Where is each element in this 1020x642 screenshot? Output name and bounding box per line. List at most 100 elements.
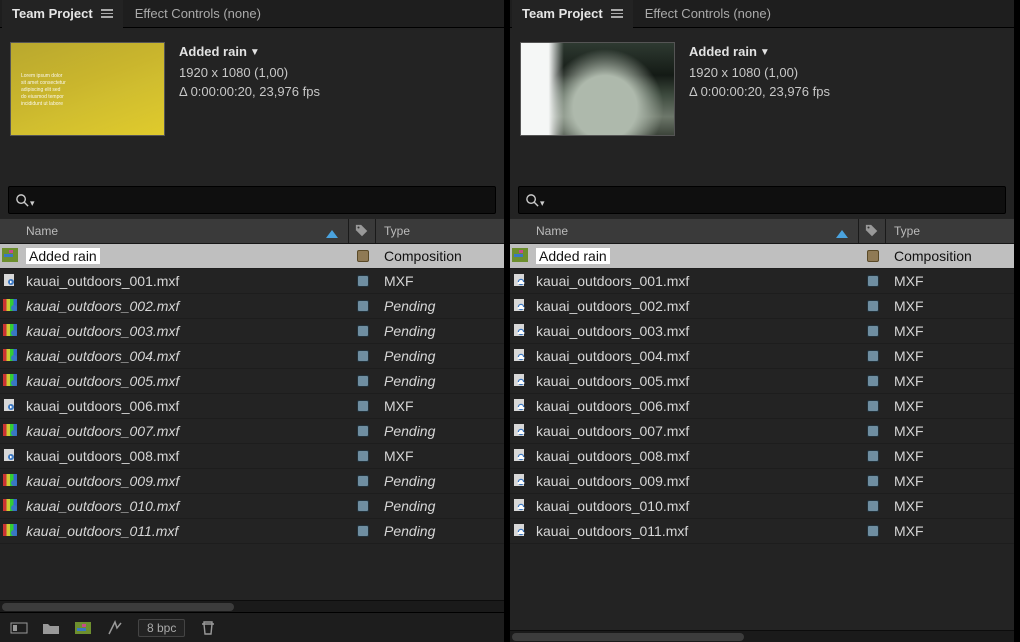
trash-icon[interactable] (199, 620, 217, 636)
item-type-icon (2, 448, 18, 465)
project-item-row[interactable]: kauai_outdoors_005.mxfMXF (510, 369, 1014, 394)
project-item-row[interactable]: kauai_outdoors_002.mxfMXF (510, 294, 1014, 319)
search-input[interactable]: ▾ (8, 186, 496, 214)
item-type: Pending (384, 473, 435, 489)
item-name: kauai_outdoors_004.mxf (26, 348, 179, 364)
project-item-row[interactable]: kauai_outdoors_011.mxfMXF (510, 519, 1014, 544)
tag-icon (355, 224, 369, 238)
project-item-row[interactable]: kauai_outdoors_004.mxfMXF (510, 344, 1014, 369)
item-label-swatch[interactable] (867, 300, 879, 312)
item-label-swatch[interactable] (357, 275, 369, 287)
item-label-swatch[interactable] (867, 375, 879, 387)
project-panel-right: Team Project Effect Controls (none) Adde… (510, 0, 1020, 642)
item-duration-fps: Δ 0:00:00:20, 23,976 fps (689, 82, 830, 101)
item-label-swatch[interactable] (357, 450, 369, 462)
project-item-row[interactable]: kauai_outdoors_001.mxfMXF (0, 269, 504, 294)
project-item-row[interactable]: kauai_outdoors_007.mxfPending (0, 419, 504, 444)
new-composition-icon[interactable] (74, 620, 92, 636)
item-label-swatch[interactable] (867, 400, 879, 412)
composition-thumbnail[interactable]: Lorem ipsum dolorsit amet consecteturadi… (10, 42, 165, 136)
item-label-swatch[interactable] (357, 325, 369, 337)
project-item-row[interactable]: kauai_outdoors_006.mxfMXF (0, 394, 504, 419)
item-type: Composition (894, 248, 972, 264)
item-name: kauai_outdoors_008.mxf (536, 448, 689, 464)
adjustment-layer-icon[interactable] (106, 620, 124, 636)
project-item-row[interactable]: kauai_outdoors_002.mxfPending (0, 294, 504, 319)
item-label-swatch[interactable] (357, 425, 369, 437)
item-label-swatch[interactable] (357, 300, 369, 312)
item-label-swatch[interactable] (867, 525, 879, 537)
tabstrip: Team Project Effect Controls (none) (510, 0, 1014, 28)
project-item-row[interactable]: Added rainComposition (0, 244, 504, 269)
item-name: kauai_outdoors_010.mxf (536, 498, 689, 514)
item-name: kauai_outdoors_007.mxf (26, 423, 179, 439)
project-item-row[interactable]: kauai_outdoors_007.mxfMXF (510, 419, 1014, 444)
item-label-swatch[interactable] (867, 475, 879, 487)
column-header-type[interactable]: Type (886, 224, 1014, 238)
item-label-swatch[interactable] (357, 250, 369, 262)
project-item-row[interactable]: kauai_outdoors_011.mxfPending (0, 519, 504, 544)
item-title[interactable]: Added rain▼ (179, 42, 320, 63)
panel-menu-icon[interactable] (611, 8, 623, 20)
project-item-row[interactable]: kauai_outdoors_010.mxfPending (0, 494, 504, 519)
project-item-row[interactable]: kauai_outdoors_003.mxfMXF (510, 319, 1014, 344)
project-item-row[interactable]: kauai_outdoors_008.mxfMXF (0, 444, 504, 469)
item-label-swatch[interactable] (357, 350, 369, 362)
project-item-row[interactable]: Added rainComposition (510, 244, 1014, 269)
item-type-icon (2, 523, 18, 540)
item-label-swatch[interactable] (867, 500, 879, 512)
interpret-footage-icon[interactable] (10, 620, 28, 636)
project-item-row[interactable]: kauai_outdoors_003.mxfPending (0, 319, 504, 344)
item-name: kauai_outdoors_005.mxf (26, 373, 179, 389)
composition-thumbnail[interactable] (520, 42, 675, 136)
item-label-swatch[interactable] (867, 425, 879, 437)
item-type-icon (512, 473, 528, 490)
item-label-swatch[interactable] (867, 350, 879, 362)
search-input[interactable]: ▾ (518, 186, 1006, 214)
item-label-swatch[interactable] (357, 500, 369, 512)
item-label-swatch[interactable] (357, 525, 369, 537)
item-label-swatch[interactable] (357, 400, 369, 412)
project-item-row[interactable]: kauai_outdoors_006.mxfMXF (510, 394, 1014, 419)
item-type-icon (512, 448, 528, 465)
panel-menu-icon[interactable] (101, 8, 113, 20)
item-label-swatch[interactable] (867, 450, 879, 462)
item-metadata: Added rain▼ 1920 x 1080 (1,00) Δ 0:00:00… (689, 42, 830, 162)
search-options-icon[interactable]: ▾ (540, 198, 545, 209)
item-type-icon (2, 273, 18, 290)
project-item-row[interactable]: kauai_outdoors_008.mxfMXF (510, 444, 1014, 469)
column-header-name[interactable]: Name (530, 224, 858, 238)
horizontal-scrollbar[interactable] (510, 630, 1014, 642)
column-header-type[interactable]: Type (376, 224, 504, 238)
item-label-swatch[interactable] (357, 375, 369, 387)
project-item-row[interactable]: kauai_outdoors_009.mxfMXF (510, 469, 1014, 494)
item-label-swatch[interactable] (867, 250, 879, 262)
column-header-label[interactable] (349, 224, 375, 238)
column-header-label[interactable] (859, 224, 885, 238)
project-item-row[interactable]: kauai_outdoors_010.mxfMXF (510, 494, 1014, 519)
project-item-row[interactable]: kauai_outdoors_009.mxfPending (0, 469, 504, 494)
item-type: Pending (384, 498, 435, 514)
tab-team-project[interactable]: Team Project (512, 0, 633, 28)
item-label-swatch[interactable] (867, 275, 879, 287)
item-label-swatch[interactable] (357, 475, 369, 487)
tab-team-project[interactable]: Team Project (2, 0, 123, 28)
project-item-row[interactable]: kauai_outdoors_001.mxfMXF (510, 269, 1014, 294)
new-folder-icon[interactable] (42, 620, 60, 636)
item-type-icon (512, 348, 528, 365)
project-item-row[interactable]: kauai_outdoors_005.mxfPending (0, 369, 504, 394)
project-panel-left: Team Project Effect Controls (none) Lore… (0, 0, 510, 642)
item-name: kauai_outdoors_002.mxf (536, 298, 689, 314)
project-bit-depth[interactable]: 8 bpc (138, 619, 185, 637)
tab-effect-controls[interactable]: Effect Controls (none) (125, 0, 271, 28)
tab-effect-controls[interactable]: Effect Controls (none) (635, 0, 781, 28)
item-title[interactable]: Added rain▼ (689, 42, 830, 63)
project-item-list[interactable]: Added rainCompositionkauai_outdoors_001.… (0, 244, 504, 600)
project-item-list[interactable]: Added rainCompositionkauai_outdoors_001.… (510, 244, 1014, 630)
horizontal-scrollbar[interactable] (0, 600, 504, 612)
column-header-name[interactable]: Name (20, 224, 348, 238)
search-options-icon[interactable]: ▾ (30, 198, 35, 209)
project-item-row[interactable]: kauai_outdoors_004.mxfPending (0, 344, 504, 369)
item-label-swatch[interactable] (867, 325, 879, 337)
panel-footer: 8 bpc (0, 612, 504, 642)
